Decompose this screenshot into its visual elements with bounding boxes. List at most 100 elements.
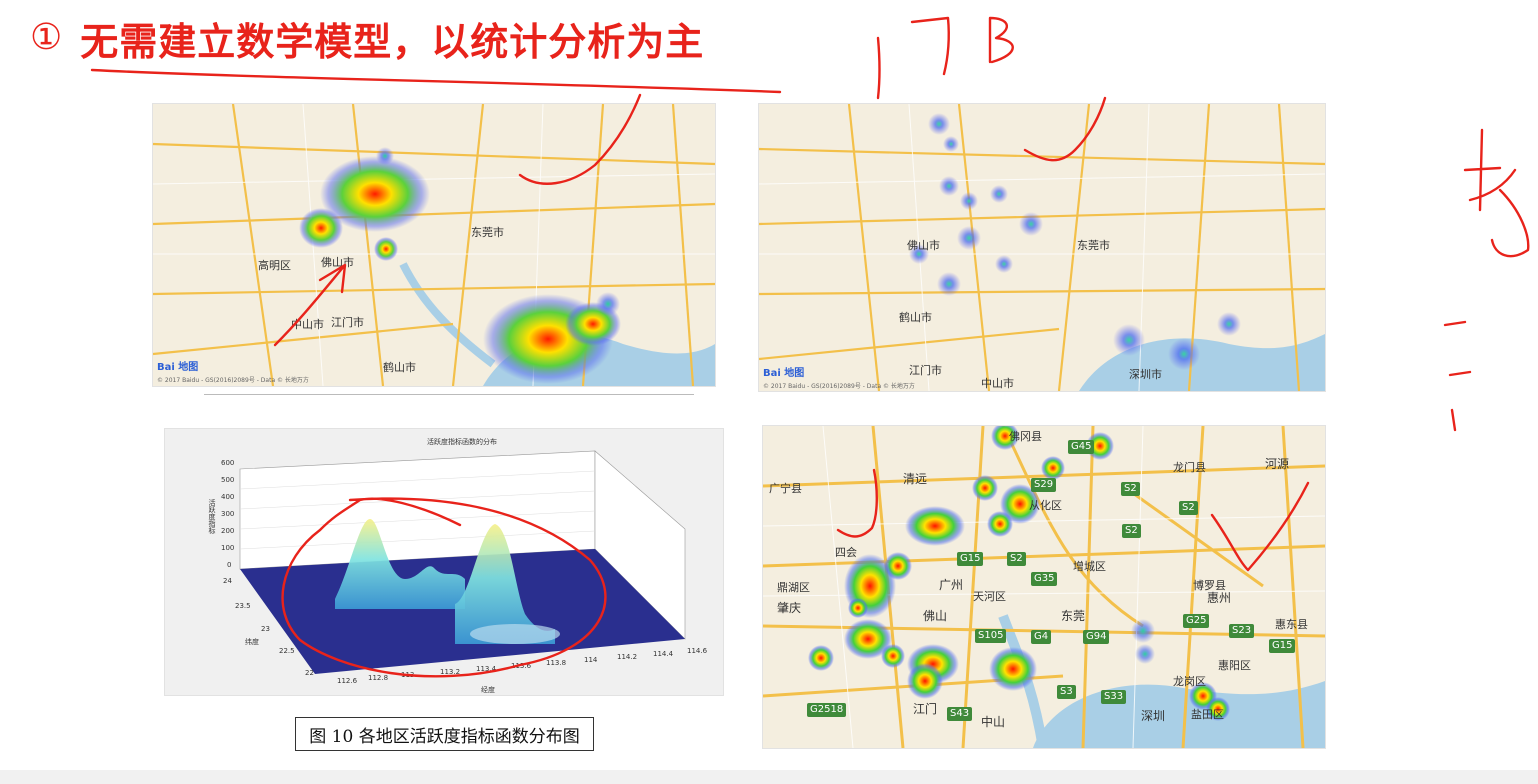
highway-shield: S43 (947, 707, 973, 721)
highway-shield: S2 (1121, 482, 1140, 496)
map-2-canvas (759, 104, 1325, 391)
x-tick: 113.6 (511, 662, 532, 670)
map-3-place: 清远 (903, 472, 928, 486)
x-tick: 114.4 (653, 650, 674, 658)
y-tick: 22.5 (279, 647, 295, 655)
map-3-place: 河源 (1265, 457, 1290, 471)
x-tick: 114.2 (617, 653, 638, 661)
x-tick: 112.6 (337, 677, 358, 685)
highway-shield: G15 (1269, 639, 1296, 653)
map-2-label: 东莞市 (1077, 239, 1110, 252)
x-tick: 113.8 (546, 659, 567, 667)
map-2-label: 佛山市 (907, 239, 940, 252)
surface-plot-canvas (239, 450, 686, 674)
map-2-label: 中山市 (981, 377, 1014, 390)
map-3-place: 惠州 (1207, 591, 1232, 605)
map-1: 东莞市 佛山市 中山市 鹤山市 高明区 江门市 Bai 地图 © 2017 Ba… (152, 103, 716, 387)
highway-shield: S23 (1229, 624, 1255, 638)
map-3-place: 江门 (913, 702, 938, 716)
map-1-label: 江门市 (331, 316, 364, 329)
x-tick: 114 (584, 656, 598, 664)
heading-underline (90, 68, 782, 94)
map-3-place: 四会 (835, 546, 857, 559)
map-3-place: 深圳 (1141, 709, 1166, 723)
x-tick: 113.4 (476, 665, 497, 673)
map-3-place: 龙岗区 (1173, 675, 1206, 688)
hand-glyph-seven (910, 16, 950, 76)
highway-shield: G15 (957, 552, 984, 566)
map-3-place: 广宁县 (769, 482, 802, 495)
map-3-place: 佛冈县 (1009, 430, 1042, 443)
z-tick: 500 (221, 476, 235, 484)
map-1-label: 佛山市 (321, 256, 354, 269)
map-3-place: 天河区 (973, 590, 1006, 603)
map-3-place: 增城区 (1073, 560, 1106, 573)
x-tick: 113 (401, 671, 415, 679)
heading: ① 无需建立数学模型，以统计分析为主 (30, 8, 704, 68)
heading-number: ① (30, 17, 63, 58)
heading-text: 无需建立数学模型，以统计分析为主 (80, 19, 705, 64)
bottom-strip (0, 770, 1538, 784)
map-3-place: 惠阳区 (1218, 659, 1251, 672)
map-2-label: 深圳市 (1129, 368, 1162, 381)
highway-shield: S3 (1057, 685, 1076, 699)
map-2-logo: Bai 地图 (763, 368, 805, 379)
highway-shield: S2 (1179, 501, 1198, 515)
z-tick: 300 (221, 510, 235, 518)
hand-glyph-vert (876, 36, 881, 100)
map-3-place: 从化区 (1029, 499, 1062, 512)
highway-shield: G2518 (807, 703, 847, 717)
z-tick: 100 (221, 544, 235, 552)
map-1-label: 高明区 (258, 259, 291, 272)
map-2-label: 江门市 (909, 364, 942, 377)
map-3-place: 肇庆 (777, 601, 802, 615)
highway-shield: G94 (1083, 630, 1110, 644)
y-tick: 22 (305, 669, 314, 677)
map-3-place: 广州 (939, 578, 964, 592)
y-tick: 23.5 (235, 602, 251, 610)
map-3: 佛冈县 广宁县 清远 四会 广州 天河区 佛山 东莞 增城区 鼎湖区 肇庆 龙门… (762, 425, 1326, 749)
highway-shield: G25 (1183, 614, 1210, 628)
highway-shield: S33 (1101, 690, 1127, 704)
map-2: 佛山市 东莞市 鹤山市 中山市 江门市 深圳市 Bai 地图 © 2017 Ba… (758, 103, 1326, 392)
map-3-place: 中山 (981, 715, 1006, 729)
plot-title: 活跃度指标函数的分布 (427, 438, 497, 446)
map-3-place: 东莞 (1061, 609, 1086, 623)
map-1-label: 中山市 (291, 318, 324, 331)
map-1-label: 东莞市 (471, 226, 504, 239)
separator-line (204, 394, 694, 395)
highway-shield: S105 (975, 629, 1007, 643)
margin-glyph-1 (1463, 128, 1530, 258)
y-axis-label: 纬度 (245, 638, 259, 646)
highway-shield: G45 (1068, 440, 1095, 454)
z-tick: 200 (221, 527, 235, 535)
hand-glyph-bracket (988, 16, 1014, 64)
x-tick: 114.6 (687, 647, 708, 655)
map-1-label: 鹤山市 (383, 361, 416, 374)
highway-shield: G35 (1031, 572, 1058, 586)
map-3-canvas (763, 426, 1325, 748)
surface-plot: 活跃度指标函数的分布 600 500 400 300 200 100 0 活跃度… (164, 428, 724, 696)
map-3-place: 惠东县 (1275, 618, 1308, 631)
map-3-place: 鼎湖区 (777, 581, 810, 594)
highway-shield: S2 (1122, 524, 1141, 538)
z-tick: 0 (227, 561, 232, 569)
x-axis-label: 经度 (481, 686, 495, 694)
margin-glyph-2 (1443, 320, 1472, 432)
highway-shield: S29 (1031, 478, 1057, 492)
x-tick: 113.2 (440, 668, 461, 676)
map-1-canvas (153, 104, 715, 386)
map-1-attribution: © 2017 Baidu - GS(2016)2089号 - Data © 长地… (157, 377, 309, 384)
map-2-attribution: © 2017 Baidu - GS(2016)2089号 - Data © 长地… (763, 383, 915, 390)
z-axis-label: 活跃度指标 (208, 499, 216, 534)
map-3-place: 龙门县 (1173, 461, 1206, 474)
map-1-logo: Bai 地图 (157, 362, 199, 373)
highway-shield: G4 (1031, 630, 1052, 644)
highway-shield: S2 (1007, 552, 1026, 566)
map-3-place: 佛山 (923, 609, 948, 623)
map-3-place: 盐田区 (1191, 708, 1224, 721)
x-tick: 112.8 (368, 674, 389, 682)
map-2-label: 鹤山市 (899, 311, 932, 324)
y-tick: 23 (261, 625, 270, 633)
z-tick: 400 (221, 493, 235, 501)
